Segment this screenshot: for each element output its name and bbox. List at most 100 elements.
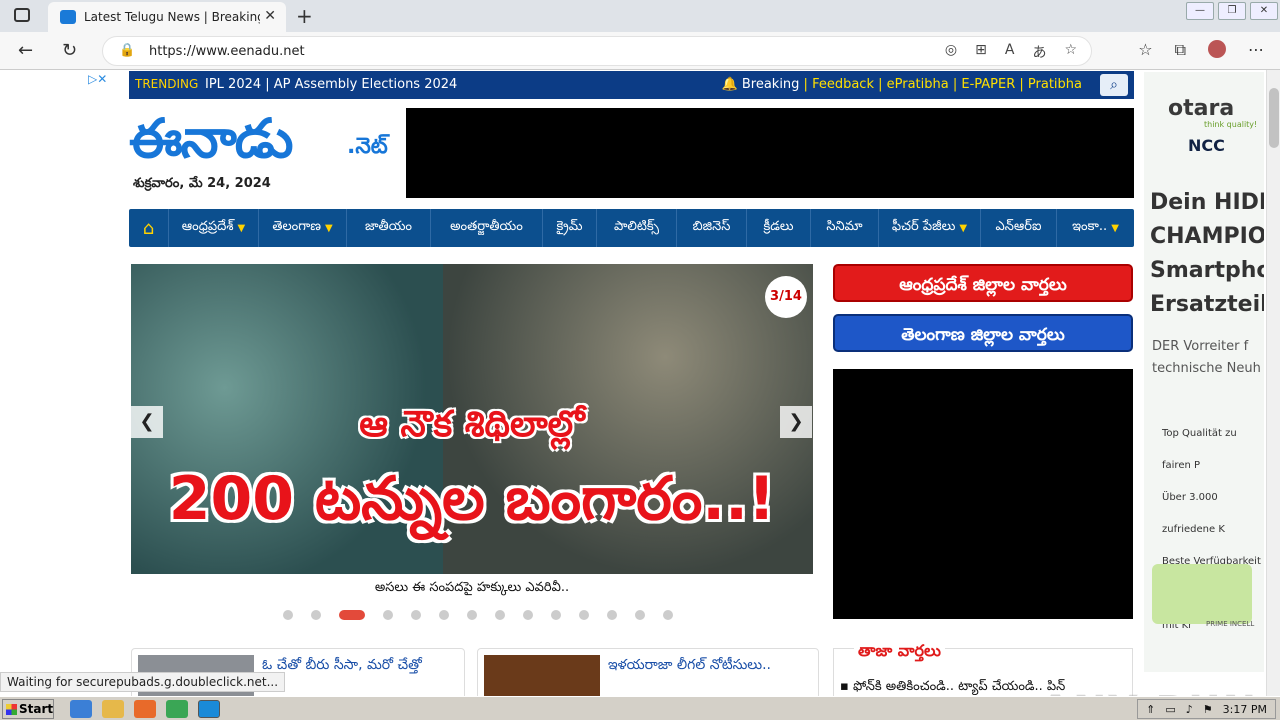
network-icon[interactable]: ▭ bbox=[1165, 703, 1175, 716]
ad-bullet: Top Qualität zu fairen P bbox=[1162, 428, 1237, 471]
slider-dot[interactable] bbox=[523, 610, 533, 620]
volume-icon[interactable]: ♪ bbox=[1186, 703, 1193, 716]
trending-links[interactable]: IPL 2024 | AP Assembly Elections 2024 bbox=[205, 77, 457, 92]
tray-arrow-icon[interactable]: ⇑ bbox=[1146, 703, 1155, 716]
profile-avatar[interactable] bbox=[1208, 40, 1226, 58]
ncc-logo: NCC bbox=[1188, 136, 1225, 155]
edge-icon[interactable] bbox=[198, 700, 220, 718]
status-bar: Waiting for securepubads.g.doubleclick.n… bbox=[0, 672, 286, 692]
collections-icon[interactable]: ⧉ bbox=[1175, 40, 1186, 60]
news-slider[interactable]: ఆ నౌక శిథిలాల్లో 200 టన్నుల బంగారం..! bbox=[131, 264, 813, 574]
slider-dot[interactable] bbox=[635, 610, 645, 620]
url-text[interactable]: https://www.eenadu.net bbox=[149, 44, 305, 59]
slide-caption[interactable]: అసలు ఈ సంపదపై హక్కులు ఎవరివీ.. bbox=[131, 580, 813, 598]
latest-news-heading: తాజా వార్తలు bbox=[854, 641, 945, 664]
otara-tagline: think quality! bbox=[1204, 120, 1258, 129]
header-links: 🔔 Breaking | Feedback | ePratibha | E-PA… bbox=[721, 77, 1082, 92]
quick-launch bbox=[70, 700, 220, 718]
slider-prev-icon[interactable]: ❮ bbox=[131, 406, 163, 438]
slider-dot[interactable] bbox=[283, 610, 293, 620]
url-box[interactable]: 🔒 https://www.eenadu.net ◎ ⊞ A あ ☆ bbox=[102, 36, 1092, 66]
news-card-title[interactable]: ఓ చేతో బీరు సీసా, మరో చేత్తో bbox=[262, 657, 422, 676]
favorites-icon[interactable]: ☆ bbox=[1138, 40, 1152, 60]
tab-actions-icon[interactable] bbox=[14, 8, 30, 22]
ie-icon[interactable] bbox=[70, 700, 92, 718]
back-icon[interactable]: ← bbox=[18, 40, 33, 61]
ad-product-image bbox=[1152, 564, 1252, 624]
address-bar-row: ← ↻ 🔒 https://www.eenadu.net ◎ ⊞ A あ ☆ ☆… bbox=[0, 32, 1280, 70]
menu-item-nri[interactable]: ఎన్ఆర్ఐ bbox=[981, 209, 1057, 247]
minimize-button[interactable]: — bbox=[1186, 2, 1214, 20]
slider-dot[interactable] bbox=[551, 610, 561, 620]
more-menu-icon[interactable]: ⋯ bbox=[1248, 40, 1264, 60]
url-actions: ◎ ⊞ A あ ☆ bbox=[945, 42, 1077, 62]
browser-toolbar: ☆ ⧉ ⋯ bbox=[1138, 40, 1264, 60]
window-controls: — ❐ ✕ bbox=[1184, 0, 1280, 32]
page-scrollbar[interactable] bbox=[1266, 70, 1280, 698]
menu-item-more[interactable]: ఇంకా.. ▼ bbox=[1057, 209, 1134, 247]
tab-title: Latest Telugu News | Breaking Ne bbox=[84, 10, 260, 24]
tab-close-button[interactable]: ✕ bbox=[264, 8, 276, 24]
menu-item-business[interactable]: బిజినెస్ bbox=[677, 209, 747, 247]
menu-item-features[interactable]: ఫీచర్ పేజీలు ▼ bbox=[879, 209, 981, 247]
menu-item-cinema[interactable]: సినిమా bbox=[811, 209, 879, 247]
folder-icon[interactable] bbox=[102, 700, 124, 718]
favorite-add-icon[interactable]: ☆ bbox=[1064, 42, 1077, 62]
menu-item-international[interactable]: అంతర్జాతీయం bbox=[431, 209, 543, 247]
start-button[interactable]: Start bbox=[2, 699, 54, 719]
tg-districts-button[interactable]: తెలంగాణ జిల్లాల వార్తలు bbox=[833, 314, 1133, 352]
header-right-links[interactable]: Feedback | ePratibha | E-PAPER | Pratibh… bbox=[812, 77, 1082, 92]
slider-dot[interactable] bbox=[579, 610, 589, 620]
slider-dot[interactable] bbox=[383, 610, 393, 620]
location-icon[interactable]: ◎ bbox=[945, 42, 957, 62]
slider-dot[interactable] bbox=[495, 610, 505, 620]
scroll-thumb[interactable] bbox=[1269, 88, 1279, 148]
top-banner-ad[interactable] bbox=[406, 108, 1134, 198]
news-thumbnail bbox=[484, 655, 600, 698]
right-skyscraper-ad[interactable]: otara think quality! NCC Dein HIDDE CHAM… bbox=[1144, 72, 1264, 672]
search-icon[interactable]: ⌕ bbox=[1100, 74, 1128, 96]
browser-tab[interactable]: Latest Telugu News | Breaking Ne ✕ bbox=[48, 2, 286, 32]
slider-dot[interactable] bbox=[663, 610, 673, 620]
slider-dots bbox=[283, 610, 673, 620]
refresh-icon[interactable]: ↻ bbox=[62, 40, 77, 61]
chrome-icon[interactable] bbox=[166, 700, 188, 718]
sidebar-ad[interactable] bbox=[833, 369, 1133, 619]
slider-dot[interactable] bbox=[439, 610, 449, 620]
chevron-down-icon: ▼ bbox=[959, 222, 968, 234]
date-text: శుక్రవారం, మే 24, 2024 bbox=[133, 176, 271, 191]
slider-dot[interactable] bbox=[339, 610, 365, 620]
breaking-link[interactable]: Breaking bbox=[742, 77, 800, 92]
new-tab-button[interactable]: + bbox=[296, 4, 313, 28]
read-aloud-icon[interactable]: A bbox=[1005, 42, 1015, 62]
browser-tab-bar: Latest Telugu News | Breaking Ne ✕ + — ❐… bbox=[0, 0, 1280, 32]
windows-logo-icon bbox=[6, 704, 17, 715]
news-card-title[interactable]: ఇళయరాజా లీగల్ నోటీసులు.. bbox=[608, 657, 771, 676]
menu-item-crime[interactable]: క్రైమ్ bbox=[543, 209, 597, 247]
apps-icon[interactable]: ⊞ bbox=[975, 42, 987, 62]
eenadu-logo[interactable]: ఈనాడు .నెట్ bbox=[129, 106, 399, 176]
menu-item-national[interactable]: జాతీయం bbox=[347, 209, 431, 247]
slider-dot[interactable] bbox=[467, 610, 477, 620]
ap-districts-button[interactable]: ఆంధ్రప్రదేశ్ జిల్లాల వార్తలు bbox=[833, 264, 1133, 302]
menu-item-politics[interactable]: పాలిటిక్స్ bbox=[597, 209, 677, 247]
slider-dot[interactable] bbox=[411, 610, 421, 620]
home-icon[interactable]: ⌂ bbox=[129, 209, 169, 247]
close-window-button[interactable]: ✕ bbox=[1250, 2, 1278, 20]
menu-item-sports[interactable]: క్రీడలు bbox=[747, 209, 811, 247]
trending-bar: TRENDING IPL 2024 | AP Assembly Election… bbox=[129, 71, 1134, 99]
menu-item-telangana[interactable]: తెలంగాణ ▼ bbox=[259, 209, 347, 247]
adchoices-icon[interactable]: ▷✕ bbox=[88, 72, 107, 86]
latest-news-item[interactable]: ▪ ఫోన్‌కి అతికించండి.. ట్యాప్ చేయండి.. ప… bbox=[840, 679, 1065, 697]
slider-dot[interactable] bbox=[311, 610, 321, 620]
slider-next-icon[interactable]: ❯ bbox=[780, 406, 812, 438]
clock[interactable]: 3:17 PM bbox=[1223, 703, 1267, 716]
flag-icon[interactable]: ⚑ bbox=[1203, 703, 1213, 716]
translate-icon[interactable]: あ bbox=[1032, 42, 1046, 62]
slider-dot[interactable] bbox=[607, 610, 617, 620]
lock-icon[interactable]: 🔒 bbox=[119, 43, 135, 58]
news-card[interactable]: ఇళయరాజా లీగల్ నోటీసులు.. bbox=[477, 648, 819, 698]
restore-button[interactable]: ❐ bbox=[1218, 2, 1246, 20]
media-player-icon[interactable] bbox=[134, 700, 156, 718]
menu-item-andhra[interactable]: ఆంధ్రప్రదేశ్ ▼ bbox=[169, 209, 259, 247]
